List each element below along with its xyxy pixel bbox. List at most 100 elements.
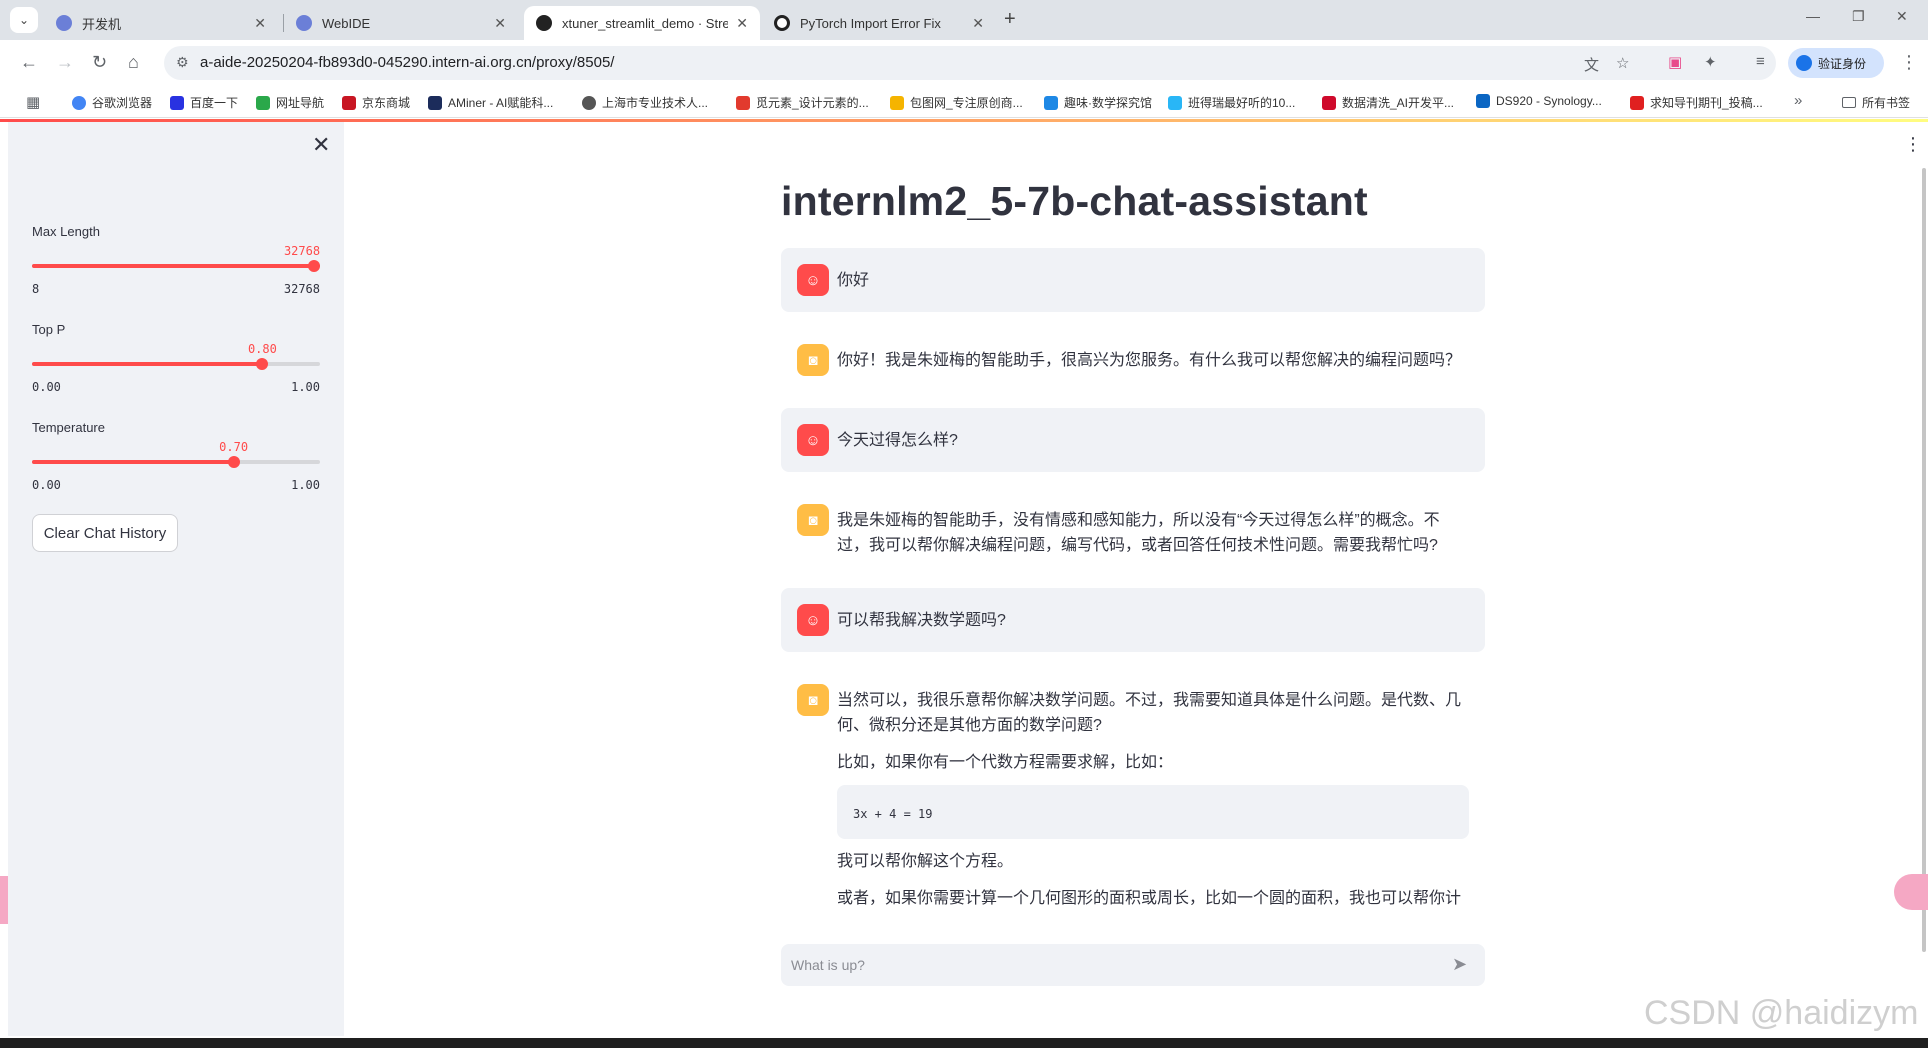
close-icon[interactable]: ✕ xyxy=(736,15,748,32)
chat-message-user: ☺ 你好 xyxy=(781,248,1485,312)
assistant-avatar-icon: ◙ xyxy=(797,504,829,536)
bookmark-item[interactable]: 上海市专业技术人... xyxy=(582,94,708,111)
tab-pytorch-error[interactable]: PyTorch Import Error Fix ✕ xyxy=(762,6,996,40)
slider-max: 1.00 xyxy=(291,380,320,394)
page-title: internlm2_5-7b-chat-assistant xyxy=(781,178,1368,224)
home-icon[interactable]: ⌂ xyxy=(128,52,139,73)
bookmark-item[interactable]: AMiner - AI赋能科... xyxy=(428,94,553,111)
bookmark-item[interactable]: 包图网_专注原创商... xyxy=(890,94,1023,111)
tab-devbox[interactable]: 开发机 ✕ xyxy=(44,6,278,40)
site-info-icon[interactable]: ⚙ xyxy=(176,54,189,71)
journal-icon xyxy=(1630,95,1644,110)
aminer-icon xyxy=(428,95,442,110)
bookmark-item[interactable]: 觅元素_设计元素的... xyxy=(736,94,869,111)
send-icon[interactable]: ➤ xyxy=(1452,954,1467,975)
streamlit-favicon-icon xyxy=(536,15,552,31)
home-nav-icon xyxy=(256,95,270,110)
folder-icon xyxy=(1842,97,1856,108)
close-icon[interactable]: ✕ xyxy=(972,15,984,32)
message-paragraph: 或者，如果你需要计算一个几何图形的面积或周长，比如一个圆的面积，我也可以帮你计 xyxy=(837,890,1462,907)
baidu-icon xyxy=(170,95,184,110)
devbox-favicon-icon xyxy=(56,15,72,31)
restore-icon[interactable]: ❐ xyxy=(1852,8,1865,25)
all-bookmarks-button[interactable]: 所有书签 xyxy=(1842,94,1910,111)
message-text: 你好！我是朱娅梅的智能助手，很高兴为您服务。有什么我可以帮您解决的编程问题吗？ xyxy=(837,352,1462,369)
slider-value: 0.70 xyxy=(219,440,249,454)
slider-label: Temperature xyxy=(32,420,105,435)
message-paragraph: 我可以帮你解这个方程。 xyxy=(837,853,1014,870)
profile-avatar-icon xyxy=(1796,55,1812,71)
chat-input[interactable] xyxy=(781,944,1485,986)
tab-webide[interactable]: WebIDE ✕ xyxy=(284,6,518,40)
close-window-icon[interactable]: ✕ xyxy=(1896,8,1908,25)
bookmark-item[interactable]: 网址导航 xyxy=(256,94,324,111)
chat-message-user: ☺ 今天过得怎么样? xyxy=(781,408,1485,472)
back-icon[interactable]: ← xyxy=(20,52,38,73)
translate-icon[interactable]: 文 xyxy=(1584,54,1599,75)
verify-identity-button[interactable]: 验证身份 xyxy=(1788,48,1884,78)
floating-translate-widget[interactable] xyxy=(1894,874,1928,910)
slider-thumb[interactable] xyxy=(227,456,240,468)
top-p-slider[interactable]: Top P 0.80 0.00 1.00 xyxy=(32,322,320,402)
url-text[interactable]: a-aide-20250204-fb893d0-045290.intern-ai… xyxy=(200,54,614,71)
slider-max: 32768 xyxy=(283,282,320,296)
forward-icon[interactable]: → xyxy=(56,52,74,73)
close-icon[interactable]: ✕ xyxy=(254,15,266,32)
bookmark-item[interactable]: 求知导刊期刊_投稿... xyxy=(1630,94,1763,111)
browser-menu-icon[interactable]: ⋮ xyxy=(1900,52,1918,73)
message-text: 当然可以，我很乐意帮你解决数学问题。不过，我需要知道具体是什么问题。是代数、几何… xyxy=(837,692,1462,734)
message-body: 当然可以，我很乐意帮你解决数学问题。不过，我需要知道具体是什么问题。是代数、几何… xyxy=(837,688,1469,911)
tab-search-button[interactable]: ⌄ xyxy=(10,7,38,33)
tab-strip: ⌄ 开发机 ✕ WebIDE ✕ xtuner_streamlit_demo ·… xyxy=(0,0,1928,40)
tv-icon xyxy=(1168,95,1182,110)
user-avatar-icon: ☺ xyxy=(797,424,829,456)
floating-widget-left[interactable] xyxy=(0,876,8,924)
chatgpt-favicon-icon xyxy=(774,15,790,31)
bookmark-item[interactable]: DS920 - Synology... xyxy=(1476,94,1602,108)
max-length-slider[interactable]: Max Length 32768 8 32768 xyxy=(32,224,320,304)
slider-min: 0.00 xyxy=(32,478,61,492)
puzzle-extensions-icon[interactable]: ✦ xyxy=(1704,53,1717,71)
bookmark-item[interactable]: 班得瑞最好听的10... xyxy=(1168,94,1295,111)
temperature-slider[interactable]: Temperature 0.70 0.00 1.00 xyxy=(32,420,320,500)
minimize-icon[interactable]: — xyxy=(1806,8,1820,24)
browser-toolbar: ← → ↻ ⌂ ⚙ a-aide-20250204-fb893d0-045290… xyxy=(0,40,1928,86)
bookmark-item[interactable]: 百度一下 xyxy=(170,94,238,111)
slider-value: 0.80 xyxy=(247,342,277,356)
bookmark-item[interactable]: 京东商城 xyxy=(342,94,410,111)
chat-message-assistant: ◙ 当然可以，我很乐意帮你解决数学问题。不过，我需要知道具体是什么问题。是代数、… xyxy=(781,668,1485,928)
code-block: 3x + 4 = 19 xyxy=(837,785,1469,839)
main-content: ⋮ internlm2_5-7b-chat-assistant ☺ 你好 ◙ 你… xyxy=(344,122,1928,1036)
address-bar[interactable]: ⚙ a-aide-20250204-fb893d0-045290.intern-… xyxy=(164,46,1776,80)
reading-list-icon[interactable]: ≡ xyxy=(1756,53,1765,70)
slider-label: Top P xyxy=(32,322,66,337)
assistant-avatar-icon: ◙ xyxy=(797,684,829,716)
bookmarks-bar: ▦ 谷歌浏览器 百度一下 网址导航 京东商城 AMiner - AI赋能科...… xyxy=(0,86,1928,118)
bookmark-item[interactable]: 趣味·数学探究馆 xyxy=(1044,94,1152,111)
apps-grid-icon[interactable]: ▦ xyxy=(26,93,40,111)
bookmark-star-icon[interactable]: ☆ xyxy=(1616,54,1629,72)
chat-message-assistant: ◙ 你好！我是朱娅梅的智能助手，很高兴为您服务。有什么我可以帮您解决的编程问题吗… xyxy=(781,328,1485,392)
slider-thumb[interactable] xyxy=(308,260,320,272)
slider-min: 8 xyxy=(32,282,40,296)
huawei-icon xyxy=(1322,95,1336,110)
close-icon[interactable]: ✕ xyxy=(494,15,506,32)
translator-extension-icon[interactable]: ▣ xyxy=(1668,53,1682,71)
bookmark-item[interactable]: 谷歌浏览器 xyxy=(72,94,152,111)
bookmark-item[interactable]: 数据清洗_AI开发平... xyxy=(1322,94,1454,111)
main-menu-icon[interactable]: ⋮ xyxy=(1904,134,1922,155)
page-scrollbar[interactable] xyxy=(1922,168,1926,952)
taskbar-strip xyxy=(0,1038,1928,1048)
close-sidebar-icon[interactable]: ✕ xyxy=(312,132,330,158)
more-bookmarks-icon[interactable]: » xyxy=(1794,92,1802,109)
slider-fill xyxy=(32,460,234,464)
jd-icon xyxy=(342,95,356,110)
reload-icon[interactable]: ↻ xyxy=(92,52,107,73)
clear-chat-history-button[interactable]: Clear Chat History xyxy=(32,514,178,552)
tab-streamlit-demo[interactable]: xtuner_streamlit_demo · Stre ✕ xyxy=(524,6,760,40)
new-tab-button[interactable]: + xyxy=(1004,8,1016,31)
slider-fill xyxy=(32,362,263,366)
chevron-down-icon: ⌄ xyxy=(18,13,30,27)
slider-min: 0.00 xyxy=(32,380,61,394)
slider-thumb[interactable] xyxy=(256,358,269,370)
